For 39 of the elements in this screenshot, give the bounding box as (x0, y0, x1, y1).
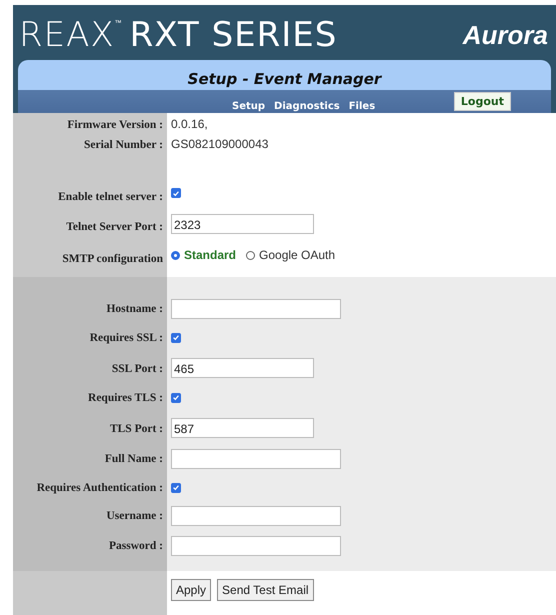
radio-option[interactable]: Standard (171, 248, 236, 262)
checkbox[interactable] (171, 392, 181, 402)
input-field[interactable]: 587 (171, 418, 314, 438)
field-label: TLS Port : (110, 423, 163, 435)
input-field[interactable]: 2323 (171, 214, 314, 234)
logout-button[interactable]: Logout (454, 92, 511, 111)
checkbox[interactable] (171, 482, 181, 492)
input-field[interactable] (171, 536, 341, 556)
radio-option[interactable]: Google OAuth (246, 248, 336, 262)
field-value: 0.0.16, (171, 117, 208, 131)
nav-link[interactable]: Diagnostics (274, 101, 340, 112)
nav-link[interactable]: Files (348, 101, 376, 112)
apply-button[interactable]: Apply (171, 579, 212, 601)
field-label: Telnet Server Port : (66, 221, 163, 233)
page-title: Setup - Event Manager (188, 70, 382, 88)
field-label: Username : (106, 510, 163, 522)
checkbox[interactable] (171, 188, 181, 198)
input-field[interactable] (171, 449, 341, 469)
field-label: Requires Authentication : (36, 482, 163, 494)
product-name: RXT SERIES (130, 15, 338, 55)
field-label: Enable telnet server : (58, 191, 163, 203)
input-field[interactable]: 465 (171, 358, 314, 378)
field-label: Requires SSL : (90, 332, 163, 344)
brand-logo-text: REAX (19, 15, 115, 55)
field-value: GS082109000043 (171, 137, 268, 151)
company-logo-text: Aurora (462, 20, 548, 50)
send-test-email-button[interactable]: Send Test Email (217, 579, 314, 601)
field-label: SSL Port : (112, 363, 163, 375)
field-label: SMTP configuration (62, 253, 163, 265)
field-label: Full Name : (104, 453, 163, 465)
field-label: Serial Number : (84, 139, 163, 151)
field-label: Hostname : (106, 303, 163, 315)
nav-link[interactable]: Setup (232, 101, 266, 112)
field-label: Password : (109, 540, 163, 552)
field-label: Requires TLS : (88, 392, 163, 404)
field-label: Firmware Version : (67, 119, 163, 131)
input-field[interactable] (171, 299, 341, 319)
input-field[interactable] (171, 506, 341, 526)
checkbox[interactable] (171, 332, 181, 342)
